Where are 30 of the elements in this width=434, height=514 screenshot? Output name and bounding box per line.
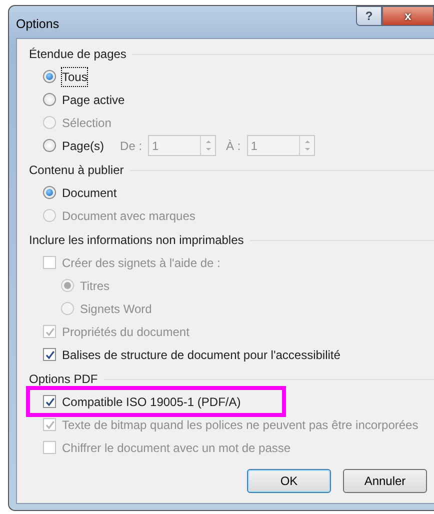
- radio-button[interactable]: [43, 93, 56, 106]
- option-label: Titres: [80, 278, 110, 294]
- checkbox[interactable]: [43, 395, 56, 408]
- radio-button[interactable]: [43, 70, 56, 83]
- ok-button[interactable]: OK: [247, 469, 331, 493]
- option-label: Texte de bitmap quand les polices ne peuvent pas être incorporées: [62, 416, 418, 434]
- window-title: Options: [16, 16, 60, 33]
- cancel-button[interactable]: Annuler: [343, 469, 427, 493]
- help-button[interactable]: ?: [356, 6, 382, 26]
- option-label: Balises de structure de document pour l'accessibilité: [62, 346, 340, 364]
- field-label: De :: [120, 138, 142, 154]
- radio-button[interactable]: [43, 139, 56, 152]
- group-heading: Inclure les informations non imprimables: [29, 232, 244, 249]
- option-label: Document: [62, 184, 117, 202]
- group-heading: Contenu à publier: [29, 162, 124, 179]
- option-label: Sélection: [62, 114, 112, 132]
- option-label: Compatible ISO 19005-1 (PDF/A): [62, 394, 241, 410]
- option-label: Propriétés du document: [62, 324, 190, 340]
- field-label: À :: [226, 138, 241, 154]
- group-heading: Options PDF: [29, 371, 98, 388]
- option-label: Signets Word: [80, 300, 152, 318]
- option-label: Chiffrer le document avec un mot de passe: [62, 440, 291, 456]
- checkbox[interactable]: [43, 348, 56, 361]
- group-heading: Étendue de pages: [29, 46, 126, 63]
- option-label: Page(s): [62, 138, 104, 154]
- option-label: Document avec marques: [62, 208, 196, 224]
- option-label: Tous: [62, 68, 88, 86]
- radio-button[interactable]: [43, 186, 56, 199]
- option-label: Page active: [62, 92, 125, 108]
- option-label: Créer des signets à l'aide de :: [62, 254, 220, 272]
